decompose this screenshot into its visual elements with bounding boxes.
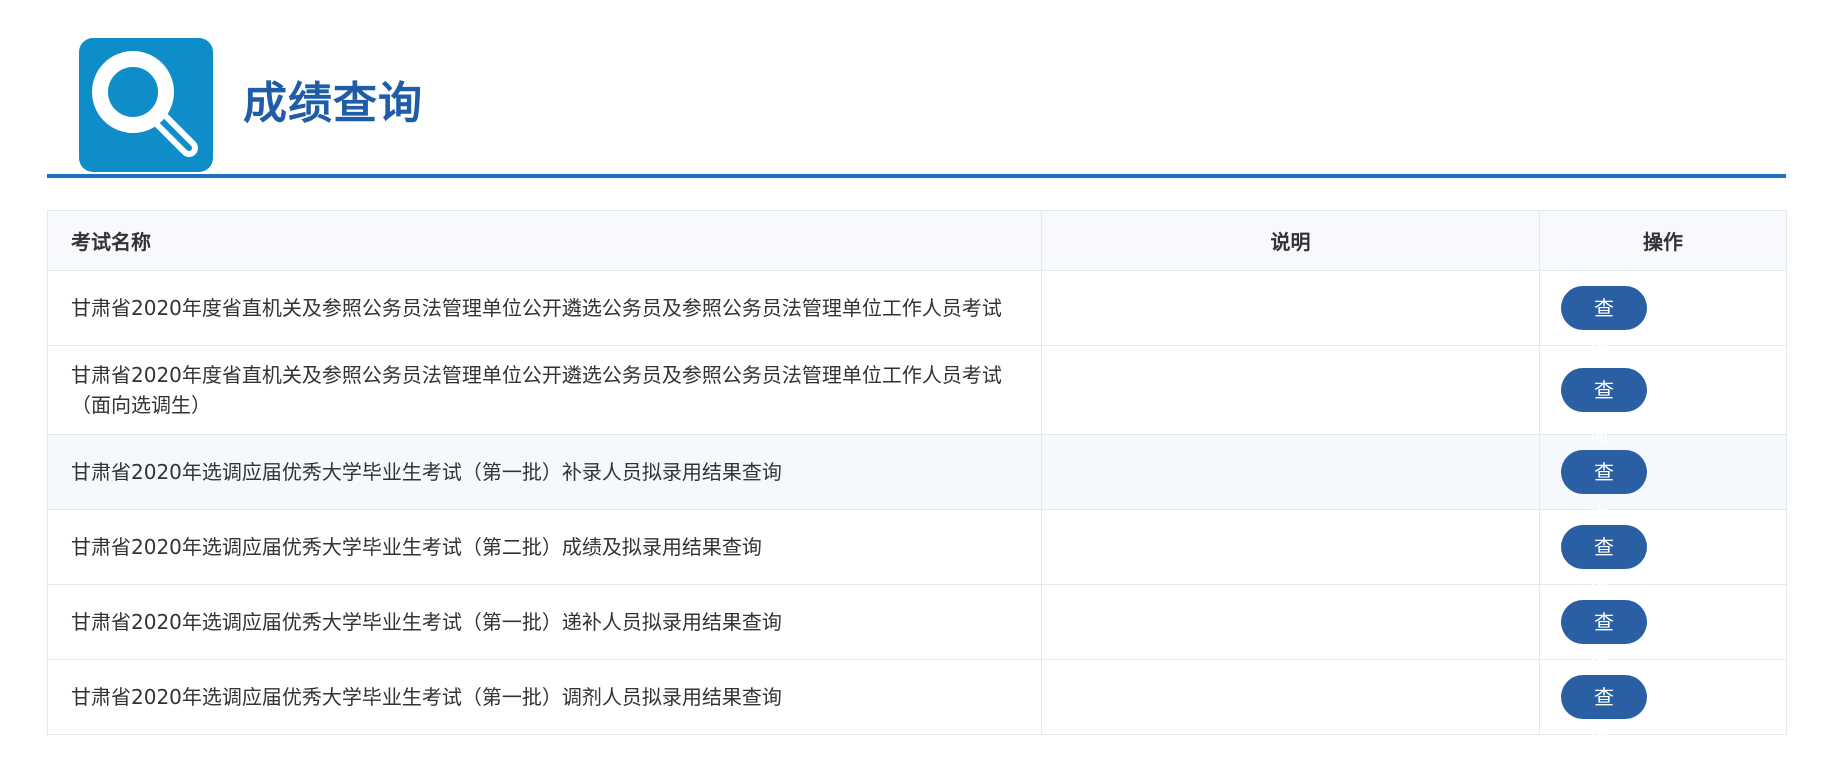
table-row: 甘肃省2020年度省直机关及参照公务员法管理单位公开遴选公务员及参照公务员法管理… — [47, 270, 1787, 364]
action-cell: 查 询 — [1539, 584, 1787, 678]
action-cell: 查 询 — [1539, 270, 1787, 364]
action-cell: 查 询 — [1539, 509, 1787, 603]
results-table: 考试名称 说明 操作 甘肃省2020年度省直机关及参照公务员法管理单位公开遴选公… — [47, 210, 1787, 753]
action-cell: 查 询 — [1539, 345, 1787, 446]
table-header-row: 考试名称 说明 操作 — [47, 210, 1787, 271]
results-table-wrap: 考试名称 说明 操作 甘肃省2020年度省直机关及参照公务员法管理单位公开遴选公… — [47, 210, 1787, 753]
exam-name-cell: 甘肃省2020年选调应届优秀大学毕业生考试（第一批）补录人员拟录用结果查询 — [47, 434, 1042, 510]
table-row: 甘肃省2020年选调应届优秀大学毕业生考试（第一批）递补人员拟录用结果查询 查 … — [47, 584, 1787, 678]
exam-name-cell: 甘肃省2020年度省直机关及参照公务员法管理单位公开遴选公务员及参照公务员法管理… — [47, 345, 1042, 435]
description-cell — [1041, 345, 1540, 435]
page-header: 成绩查询 — [47, 38, 1786, 178]
column-header-action: 操作 — [1539, 210, 1787, 271]
query-button[interactable]: 查 询 — [1561, 525, 1647, 603]
column-header-exam-name: 考试名称 — [47, 210, 1042, 271]
column-header-description: 说明 — [1041, 210, 1540, 271]
table-row: 甘肃省2020年度省直机关及参照公务员法管理单位公开遴选公务员及参照公务员法管理… — [47, 345, 1787, 446]
table-row: 甘肃省2020年选调应届优秀大学毕业生考试（第一批）补录人员拟录用结果查询 查 … — [47, 434, 1787, 528]
query-button[interactable]: 查 询 — [1561, 286, 1647, 364]
exam-name-cell: 甘肃省2020年度省直机关及参照公务员法管理单位公开遴选公务员及参照公务员法管理… — [47, 270, 1042, 346]
table-row: 甘肃省2020年选调应届优秀大学毕业生考试（第一批）调剂人员拟录用结果查询 查 … — [47, 659, 1787, 753]
page: 成绩查询 考试名称 说明 操作 甘肃省2020年度省直机关及参照公务员法管理单位… — [0, 0, 1829, 776]
action-cell: 查 询 — [1539, 659, 1787, 753]
exam-name-cell: 甘肃省2020年选调应届优秀大学毕业生考试（第一批）调剂人员拟录用结果查询 — [47, 659, 1042, 735]
description-cell — [1041, 434, 1540, 510]
query-button[interactable]: 查 询 — [1561, 600, 1647, 678]
query-button[interactable]: 查 询 — [1561, 368, 1647, 446]
table-row: 甘肃省2020年选调应届优秀大学毕业生考试（第二批）成绩及拟录用结果查询 查 询 — [47, 509, 1787, 603]
action-cell: 查 询 — [1539, 434, 1787, 528]
description-cell — [1041, 584, 1540, 660]
search-icon — [79, 38, 213, 172]
exam-name-cell: 甘肃省2020年选调应届优秀大学毕业生考试（第一批）递补人员拟录用结果查询 — [47, 584, 1042, 660]
query-button[interactable]: 查 询 — [1561, 450, 1647, 528]
page-title: 成绩查询 — [243, 78, 423, 129]
description-cell — [1041, 509, 1540, 585]
description-cell — [1041, 270, 1540, 346]
description-cell — [1041, 659, 1540, 735]
query-button[interactable]: 查 询 — [1561, 675, 1647, 753]
exam-name-cell: 甘肃省2020年选调应届优秀大学毕业生考试（第二批）成绩及拟录用结果查询 — [47, 509, 1042, 585]
